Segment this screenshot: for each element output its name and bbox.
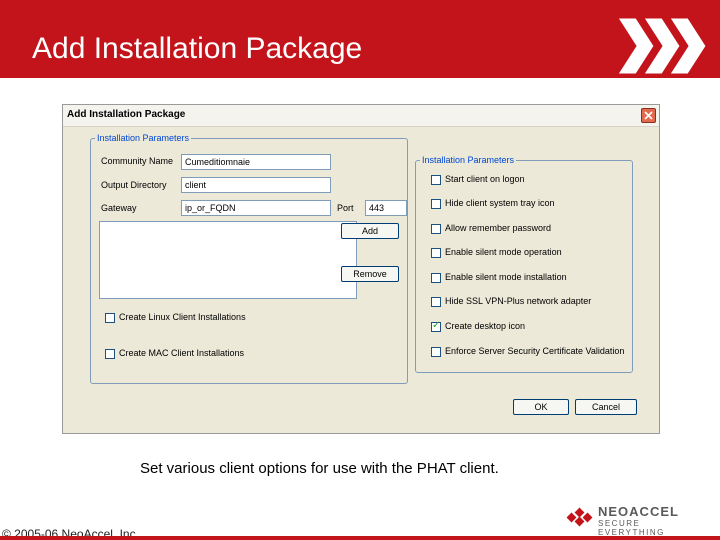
output-directory-label: Output Directory [101, 180, 167, 190]
option-checkbox[interactable] [431, 248, 441, 258]
option-checkbox[interactable] [431, 297, 441, 307]
option-label: Start client on logon [445, 174, 525, 184]
option-checkbox[interactable] [431, 224, 441, 234]
footer-rule [0, 536, 720, 540]
dialog-titlebar: Add Installation Package [63, 105, 659, 127]
left-group-legend: Installation Parameters [97, 133, 190, 143]
logo-mark-icon [566, 507, 593, 527]
port-field[interactable]: 443 [365, 200, 407, 216]
option-checkbox[interactable] [431, 175, 441, 185]
close-button[interactable] [641, 108, 656, 123]
option-checkbox[interactable] [431, 273, 441, 283]
option-label: Enforce Server Security Certificate Vali… [445, 346, 625, 356]
port-label: Port [337, 203, 354, 213]
slide-title: Add Installation Package [32, 32, 363, 65]
option-label: Allow remember password [445, 223, 552, 233]
chevrons-icon [617, 17, 707, 75]
close-icon [644, 111, 653, 120]
cancel-button[interactable]: Cancel [575, 399, 637, 415]
client-options-group: Installation Parameters [415, 155, 633, 373]
linux-client-label: Create Linux Client Installations [119, 312, 246, 322]
output-directory-field[interactable]: client [181, 177, 331, 193]
option-label: Enable silent mode installation [445, 272, 567, 282]
mac-client-label: Create MAC Client Installations [119, 348, 245, 358]
option-checkbox[interactable] [431, 320, 441, 332]
option-label: Hide client system tray icon [445, 198, 555, 208]
dialog-title: Add Installation Package [67, 109, 186, 120]
add-button[interactable]: Add [341, 223, 399, 239]
remove-button[interactable]: Remove [341, 266, 399, 282]
add-installation-package-dialog: Add Installation Package Installation Pa… [62, 104, 660, 434]
right-group-legend: Installation Parameters [422, 155, 515, 165]
option-checkbox[interactable] [431, 199, 441, 209]
gateway-list[interactable] [99, 221, 357, 299]
gateway-field[interactable]: ip_or_FQDN [181, 200, 331, 216]
option-label: Enable silent mode operation [445, 247, 562, 257]
logo-tagline: SECURE EVERYTHING [598, 519, 665, 537]
option-label: Hide SSL VPN-Plus network adapter [445, 296, 592, 306]
community-name-label: Community Name [101, 156, 174, 166]
option-label: Create desktop icon [445, 321, 526, 331]
ok-button[interactable]: OK [513, 399, 569, 415]
logo-name: NEOACCEL [598, 504, 679, 519]
slide-header: Add Installation Package [0, 0, 720, 78]
company-logo: NEOACCEL SECURE EVERYTHING [566, 504, 706, 537]
option-checkbox[interactable] [431, 347, 441, 357]
mac-client-checkbox[interactable] [105, 349, 115, 359]
community-name-field[interactable]: Cumeditiomnaie [181, 154, 331, 170]
gateway-label: Gateway [101, 203, 137, 213]
slide-caption: Set various client options for use with … [140, 460, 499, 477]
linux-client-checkbox[interactable] [105, 313, 115, 323]
